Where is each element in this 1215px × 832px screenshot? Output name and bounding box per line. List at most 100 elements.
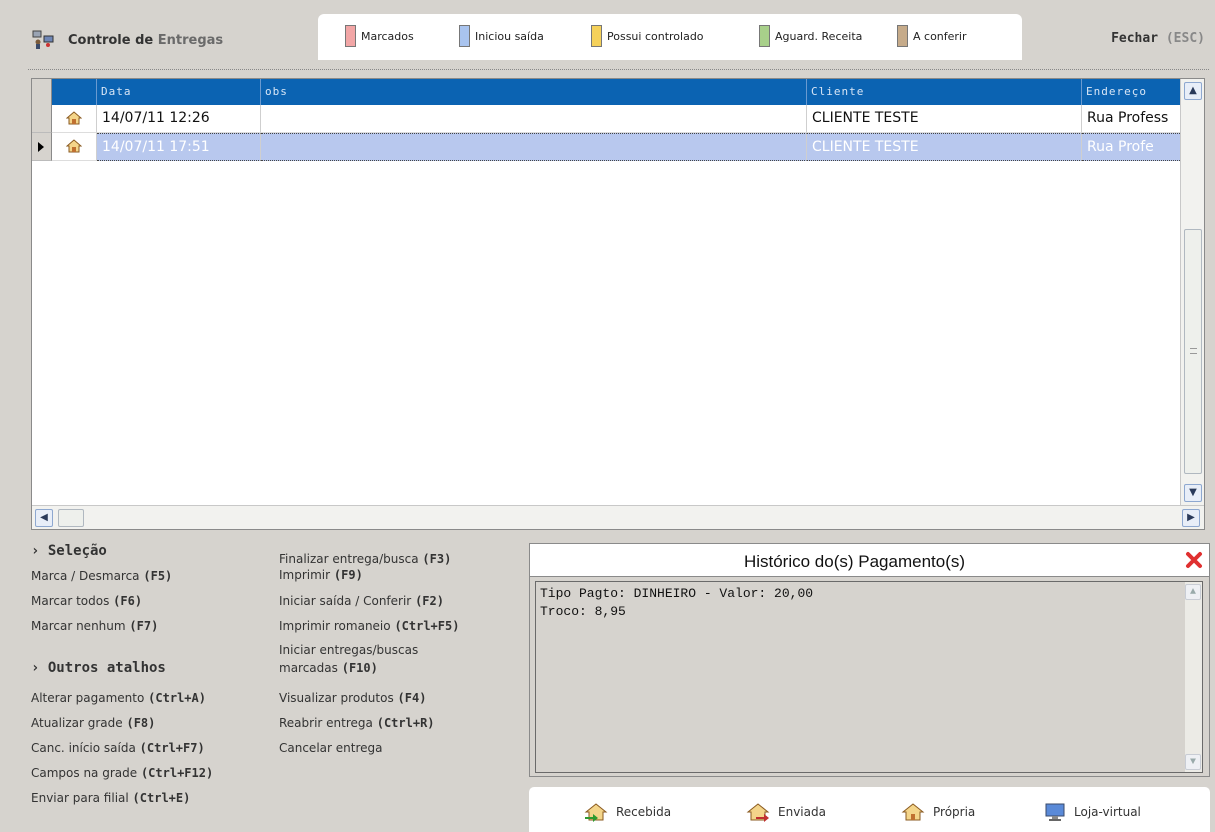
scroll-up-button[interactable]: ▲ <box>1185 584 1201 600</box>
shortcut-text: Iniciar entregas/buscas <box>279 643 419 657</box>
shortcut-key: (Ctrl+A) <box>148 691 206 705</box>
shortcut-marcar-todos[interactable]: Marcar todos (F6) <box>31 594 142 608</box>
house-own-icon <box>66 111 82 125</box>
deliveries-grid[interactable]: Data obs Cliente Endereço 14/07/11 12:26… <box>31 78 1205 530</box>
cell-obs <box>261 105 807 133</box>
shortcut-key: (Ctrl+F12) <box>140 766 214 780</box>
shortcut-alterar-pagamento[interactable]: Alterar pagamento (Ctrl+A) <box>31 691 206 705</box>
shortcut-text: Campos na grade <box>31 766 138 780</box>
legend-aguard-receita: Aguard. Receita <box>759 25 862 47</box>
scroll-right-button[interactable]: ▶ <box>1182 509 1200 527</box>
legend-label: Possui controlado <box>607 29 704 43</box>
shortcut-text: marcadas <box>279 661 338 675</box>
column-header-data[interactable]: Data <box>97 79 261 105</box>
scroll-down-button[interactable]: ▼ <box>1185 754 1201 770</box>
column-header-cliente[interactable]: Cliente <box>807 79 1082 105</box>
swatch-brown <box>897 25 908 47</box>
history-line: Troco: 8,95 <box>540 604 626 619</box>
shortcut-marcar-nenhum[interactable]: Marcar nenhum (F7) <box>31 619 158 633</box>
shortcut-key: (F7) <box>129 619 159 633</box>
shortcut-text: Imprimir <box>279 568 331 582</box>
house-received-icon <box>584 803 608 822</box>
legend-label: Aguard. Receita <box>775 29 863 43</box>
house-own-icon <box>66 139 82 153</box>
payment-history-title: Histórico do(s) Pagamento(s) <box>743 552 966 571</box>
shortcut-iniciar-entregas-line1[interactable]: Iniciar entregas/buscas <box>279 643 418 657</box>
cell-cliente: CLIENTE TESTE <box>807 133 1082 161</box>
legend-label: Recebida <box>616 805 672 819</box>
vertical-scrollbar[interactable]: ▲ ▼ <box>1180 79 1204 505</box>
shortcut-text: Atualizar grade <box>31 716 123 730</box>
header: Controle de Entregas <box>0 0 318 60</box>
shortcut-text: Imprimir romaneio <box>279 619 391 633</box>
shortcut-key: (F2) <box>415 594 444 608</box>
scroll-left-button[interactable]: ◀ <box>35 509 53 527</box>
cell-data: 14/07/11 17:51 <box>97 133 261 161</box>
swatch-blue <box>459 25 470 47</box>
close-icon[interactable] <box>1185 551 1203 569</box>
table-row-selected[interactable]: 14/07/11 17:51 CLIENTE TESTE Rua Profe <box>32 133 1180 161</box>
legend-label: Marcados <box>361 29 414 43</box>
swatch-green <box>759 25 770 47</box>
cell-cliente: CLIENTE TESTE <box>807 105 1082 133</box>
delivery-people-icon <box>32 30 54 49</box>
shortcut-key: (F6) <box>113 594 143 608</box>
shortcut-atualizar-grade[interactable]: Atualizar grade (F8) <box>31 716 155 730</box>
shortcut-key: (F4) <box>397 691 427 705</box>
table-row[interactable]: 14/07/11 12:26 CLIENTE TESTE Rua Profess <box>32 105 1180 133</box>
shortcut-reabrir-entrega[interactable]: Reabrir entrega (Ctrl+R) <box>279 716 435 730</box>
house-sent-icon <box>746 803 770 822</box>
shortcut-visualizar-produtos[interactable]: Visualizar produtos (F4) <box>279 691 426 705</box>
history-line: Tipo Pagto: DINHEIRO - Valor: 20,00 <box>540 586 814 601</box>
shortcut-key: (F8) <box>126 716 156 730</box>
shortcut-enviar-para-filial[interactable]: Enviar para filial (Ctrl+E) <box>31 791 190 805</box>
legend-label: A conferir <box>913 29 967 43</box>
horizontal-scroll-thumb[interactable] <box>58 509 84 527</box>
column-header-obs[interactable]: obs <box>261 79 807 105</box>
payment-history-panel: Histórico do(s) Pagamento(s) Tipo Pagto:… <box>529 543 1210 777</box>
scroll-up-button[interactable]: ▲ <box>1184 82 1202 100</box>
shortcut-key: (F9) <box>333 568 363 582</box>
shortcut-text: Canc. início saída <box>31 741 136 755</box>
legend-a-conferir: A conferir <box>897 25 967 47</box>
shortcut-text: Iniciar saída / Conferir <box>279 594 412 608</box>
cell-obs <box>261 133 807 161</box>
close-button-label: Fechar <box>1111 31 1159 46</box>
row-type-cell <box>52 105 97 133</box>
section-title-selecao: › Seleção <box>31 543 107 559</box>
shortcut-finalizar-entrega[interactable]: Finalizar entrega/busca (F3) <box>279 552 451 566</box>
shortcut-cancelar-entrega[interactable]: Cancelar entrega <box>279 741 382 755</box>
shortcut-imprimir-romaneio[interactable]: Imprimir romaneio (Ctrl+F5) <box>279 619 459 633</box>
shortcut-iniciar-entregas-line2[interactable]: marcadas (F10) <box>279 661 378 675</box>
legend-marcados: Marcados <box>345 25 414 47</box>
status-legend: Marcados Iniciou saída Possui controlado… <box>318 14 1022 60</box>
shortcut-iniciar-saida[interactable]: Iniciar saída / Conferir (F2) <box>279 594 444 608</box>
vertical-scroll-thumb[interactable] <box>1184 229 1202 474</box>
current-row-arrow-icon <box>38 142 44 152</box>
row-indicator[interactable] <box>32 133 52 161</box>
row-indicator[interactable] <box>32 105 52 133</box>
column-header-endereco[interactable]: Endereço <box>1082 79 1180 105</box>
cell-endereco: Rua Profess <box>1082 105 1180 133</box>
shortcut-text: Enviar para filial <box>31 791 129 805</box>
shortcut-marca-desmarca[interactable]: Marca / Desmarca (F5) <box>31 569 172 583</box>
legend-loja-virtual: Loja-virtual <box>1044 802 1141 822</box>
history-scrollbar[interactable]: ▲ ▼ <box>1185 582 1202 772</box>
shortcut-canc-inicio-saida[interactable]: Canc. início saída (Ctrl+F7) <box>31 741 205 755</box>
shortcut-key: (F3) <box>422 552 452 566</box>
legend-label: Iniciou saída <box>475 29 544 43</box>
shortcut-text: Marcar nenhum <box>31 619 126 633</box>
payment-history-header: Histórico do(s) Pagamento(s) <box>530 544 1209 577</box>
legend-label: Enviada <box>778 805 826 819</box>
header-stub <box>32 79 52 105</box>
page-title-part1: Controle de <box>68 32 154 48</box>
legend-enviada: Enviada <box>746 802 826 822</box>
shortcut-key: (Ctrl+F5) <box>394 619 460 633</box>
shortcut-campos-na-grade[interactable]: Campos na grade (Ctrl+F12) <box>31 766 213 780</box>
horizontal-scrollbar[interactable]: ◀ ▶ <box>32 505 1204 529</box>
scroll-down-button[interactable]: ▼ <box>1184 484 1202 502</box>
delivery-type-legend: Recebida Enviada Própria Loja-virtual <box>529 787 1210 832</box>
close-button[interactable]: Fechar (ESC) <box>1111 31 1205 46</box>
payment-history-text[interactable]: Tipo Pagto: DINHEIRO - Valor: 20,00 Troc… <box>535 581 1203 773</box>
shortcut-imprimir[interactable]: Imprimir (F9) <box>279 568 363 582</box>
